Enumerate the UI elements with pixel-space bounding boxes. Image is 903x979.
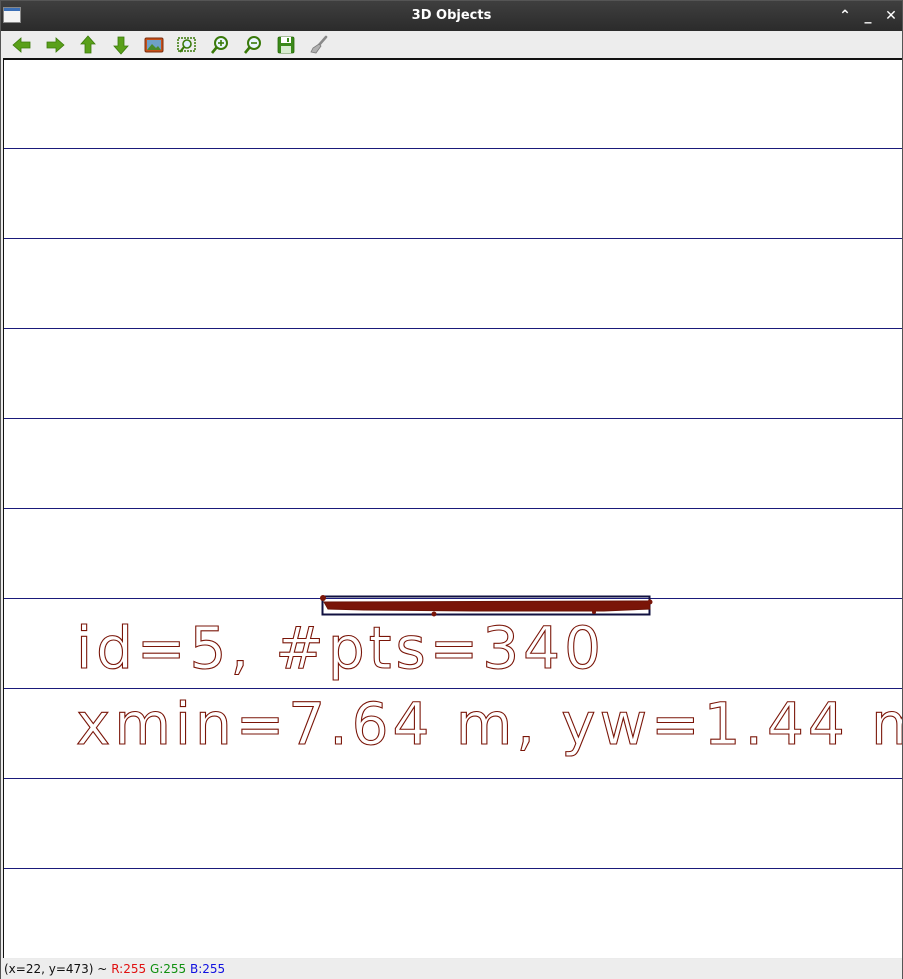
canvas-drawing: id=5, #pts=340 xmin=7.64 m, yw=1.44 m [4, 148, 902, 869]
pan-left-button[interactable] [10, 33, 34, 57]
object-label-id: id=5, #pts=340 [76, 614, 605, 682]
close-button[interactable]: ✕ [881, 5, 901, 27]
zoom-out-button[interactable] [241, 33, 265, 57]
pixel-red-value: R:255 [111, 962, 147, 976]
arrow-up-icon [80, 35, 96, 54]
minimize-icon: _ [864, 8, 872, 24]
zoom-in-icon [210, 36, 228, 54]
zoom-region-icon [177, 37, 196, 53]
floppy-disk-icon [277, 36, 295, 54]
zoom-fit-button[interactable] [142, 33, 166, 57]
pan-down-button[interactable] [109, 33, 133, 57]
window-title: 3D Objects [411, 8, 492, 23]
image-icon [144, 37, 164, 53]
object-label-xmin: xmin=7.64 m, yw=1.44 m [76, 690, 902, 758]
title-bar[interactable]: 3D Objects ⌃ _ ✕ [1, 1, 902, 31]
cursor-coords: (x=22, y=473) ~ [4, 962, 108, 976]
pan-right-button[interactable] [43, 33, 67, 57]
toolbar [1, 31, 902, 58]
arrow-left-icon [12, 37, 31, 53]
zoom-out-icon [243, 36, 261, 54]
arrow-down-icon [113, 36, 129, 55]
app-window: 3D Objects ⌃ _ ✕ id=5, #pts=340 xmin=7.6… [0, 0, 903, 979]
brush-icon [310, 35, 328, 54]
pan-up-button[interactable] [76, 33, 100, 57]
zoom-in-button[interactable] [208, 33, 232, 57]
pixel-green-value: G:255 [149, 962, 187, 976]
zoom-region-button[interactable] [175, 33, 199, 57]
maximize-button[interactable]: ⌃ [835, 5, 855, 27]
minimize-button[interactable]: _ [858, 5, 878, 27]
properties-button[interactable] [307, 33, 331, 57]
chevron-up-icon: ⌃ [839, 8, 851, 24]
image-canvas[interactable]: id=5, #pts=340 xmin=7.64 m, yw=1.44 m [3, 58, 902, 958]
object-points [323, 600, 651, 612]
pixel-blue-value: B:255 [190, 962, 226, 976]
save-button[interactable] [274, 33, 298, 57]
grid-lines [4, 148, 902, 869]
status-bar: (x=22, y=473) ~ R:255 G:255 B:255 [1, 959, 902, 979]
object-point [320, 595, 326, 601]
object-point [647, 599, 653, 605]
arrow-right-icon [46, 37, 65, 53]
close-icon: ✕ [885, 8, 897, 24]
